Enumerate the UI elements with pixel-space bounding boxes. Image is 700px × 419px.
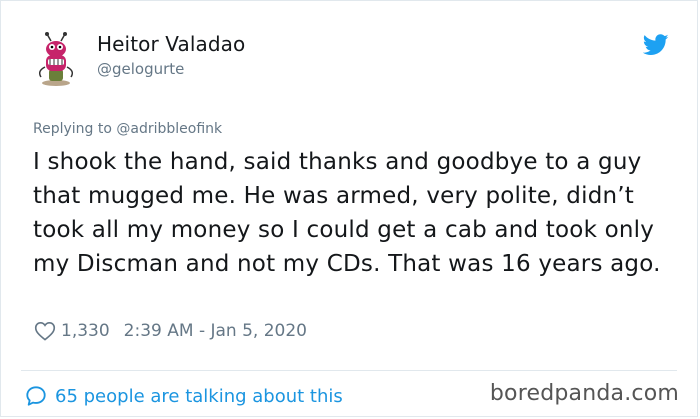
divider	[21, 370, 677, 371]
tweet-card: Heitor Valadao @gelogurte Replying to @a…	[0, 0, 698, 417]
replying-to[interactable]: Replying to @adribbleofink	[33, 121, 222, 137]
watermark: boredpanda.com	[489, 381, 679, 406]
like-count[interactable]: 1,330	[61, 321, 110, 341]
conversation-link[interactable]: 65 people are talking about this	[25, 382, 343, 410]
avatar-illustration	[38, 32, 74, 86]
tweet-text: I shook the hand, said thanks and goodby…	[33, 149, 661, 277]
heart-icon[interactable]	[34, 321, 56, 341]
author-handle[interactable]: @gelogurte	[97, 60, 184, 78]
tweet-timestamp[interactable]: 2:39 AM - Jan 5, 2020	[124, 321, 307, 341]
avatar[interactable]	[31, 31, 81, 87]
author-name[interactable]: Heitor Valadao	[97, 32, 245, 56]
tweet-meta: 1,330 2:39 AM - Jan 5, 2020	[34, 318, 307, 344]
speech-bubble-icon	[26, 386, 46, 406]
twitter-bird-icon[interactable]	[642, 34, 669, 56]
talking-count-text[interactable]: 65 people are talking about this	[55, 386, 343, 407]
